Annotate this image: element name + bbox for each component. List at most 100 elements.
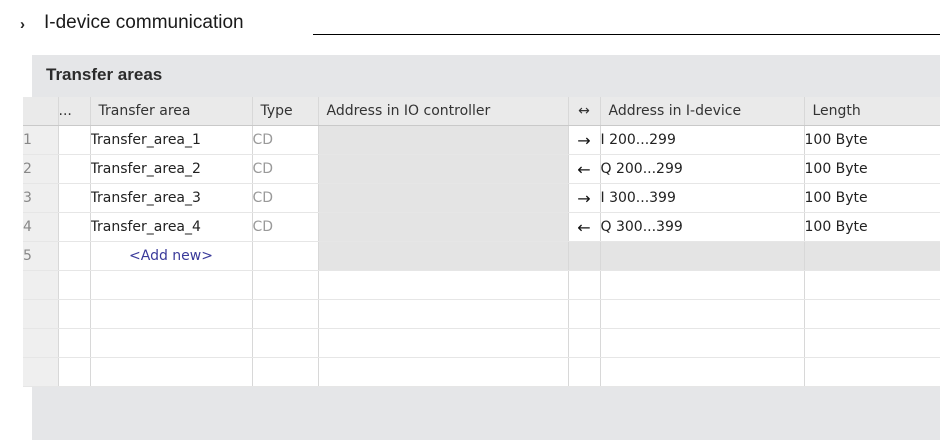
empty-cell (252, 357, 319, 387)
column-header-type[interactable]: Type (252, 97, 319, 126)
section-title: I-device communication (44, 12, 244, 33)
empty-cell (90, 357, 253, 387)
address-io-controller-cell[interactable] (318, 183, 569, 213)
row-number: 2 (23, 154, 59, 184)
empty-cell (90, 328, 253, 358)
empty-cell[interactable] (568, 241, 601, 271)
empty-cell (600, 270, 805, 300)
empty-cell (804, 299, 940, 329)
empty-cell (58, 328, 91, 358)
address-io-controller-cell[interactable] (318, 154, 569, 184)
address-i-device-cell[interactable]: I 300...399 (600, 183, 805, 213)
empty-row (23, 328, 940, 358)
address-io-controller-cell[interactable] (318, 212, 569, 242)
add-new-row[interactable]: 5 <Add new> (23, 241, 940, 271)
section-header-i-device-communication[interactable]: › I-device communication (0, 0, 940, 44)
column-header-length[interactable]: Length (804, 97, 940, 126)
table-row[interactable]: 1 Transfer_area_1 CD → I 200...299 100 B… (23, 125, 940, 155)
transfer-area-name-cell[interactable]: Transfer_area_2 (90, 154, 253, 184)
empty-cell (318, 328, 569, 358)
empty-cell (58, 357, 91, 387)
empty-row (23, 357, 940, 387)
row-number (23, 357, 59, 387)
column-header-transfer-area[interactable]: Transfer area (90, 97, 253, 126)
address-i-device-cell[interactable]: Q 300...399 (600, 212, 805, 242)
row-number: 3 (23, 183, 59, 213)
column-header-address-io-controller-label: Address in IO controller (326, 103, 491, 119)
type-cell[interactable]: CD (252, 183, 319, 213)
add-new-link[interactable]: <Add new> (90, 241, 253, 271)
transfer-areas-table: ... Transfer area Type Address in IO con… (23, 97, 940, 387)
length-cell[interactable]: 100 Byte (804, 154, 940, 184)
empty-cell (600, 299, 805, 329)
arrow-left-icon[interactable]: ← (568, 212, 601, 242)
empty-cell (252, 328, 319, 358)
row-number-header (23, 97, 59, 126)
empty-cell (600, 357, 805, 387)
column-header-dots[interactable]: ... (58, 97, 91, 126)
empty-row (23, 270, 940, 300)
arrow-right-icon[interactable]: → (568, 183, 601, 213)
bidirectional-arrow-icon: ↔ (578, 103, 590, 119)
column-header-length-label: Length (812, 103, 861, 119)
empty-cell (568, 328, 601, 358)
row-dots-cell[interactable] (58, 125, 91, 155)
table-row[interactable]: 4 Transfer_area_4 CD ← Q 300...399 100 B… (23, 212, 940, 242)
row-number (23, 328, 59, 358)
empty-cell (318, 299, 569, 329)
type-cell[interactable]: CD (252, 125, 319, 155)
column-header-address-i-device[interactable]: Address in I-device (600, 97, 805, 126)
transfer-area-name-cell[interactable]: Transfer_area_4 (90, 212, 253, 242)
empty-cell (568, 270, 601, 300)
transfer-area-name-cell[interactable]: Transfer_area_1 (90, 125, 253, 155)
empty-cell (58, 270, 91, 300)
type-cell[interactable]: CD (252, 154, 319, 184)
column-header-address-io-controller[interactable]: Address in IO controller (318, 97, 569, 126)
empty-cell[interactable] (252, 241, 319, 271)
empty-cell[interactable] (318, 241, 569, 271)
empty-cell (318, 357, 569, 387)
arrow-right-icon[interactable]: → (568, 125, 601, 155)
empty-cell (90, 299, 253, 329)
empty-cell (568, 299, 601, 329)
panel-title: Transfer areas (46, 65, 163, 84)
table-row[interactable]: 2 Transfer_area_2 CD ← Q 200...299 100 B… (23, 154, 940, 184)
empty-cell (252, 299, 319, 329)
empty-cell[interactable] (804, 241, 940, 271)
address-io-controller-cell[interactable] (318, 125, 569, 155)
row-number (23, 299, 59, 329)
row-dots-cell[interactable] (58, 241, 91, 271)
empty-cell (90, 270, 253, 300)
type-cell[interactable]: CD (252, 212, 319, 242)
empty-cell (58, 299, 91, 329)
row-dots-cell[interactable] (58, 212, 91, 242)
row-dots-cell[interactable] (58, 154, 91, 184)
table-row[interactable]: 3 Transfer_area_3 CD → I 300...399 100 B… (23, 183, 940, 213)
row-number (23, 270, 59, 300)
transfer-area-name-cell[interactable]: Transfer_area_3 (90, 183, 253, 213)
column-header-type-label: Type (260, 103, 293, 119)
length-cell[interactable]: 100 Byte (804, 125, 940, 155)
empty-cell (804, 328, 940, 358)
empty-row (23, 299, 940, 329)
column-header-address-i-device-label: Address in I-device (608, 103, 742, 119)
chevron-right-icon[interactable]: › (20, 17, 25, 32)
row-number: 5 (23, 241, 59, 271)
row-dots-cell[interactable] (58, 183, 91, 213)
address-i-device-cell[interactable]: Q 200...299 (600, 154, 805, 184)
row-number: 1 (23, 125, 59, 155)
empty-cell (600, 328, 805, 358)
column-header-direction[interactable]: ↔ (568, 97, 601, 126)
address-i-device-cell[interactable]: I 200...299 (600, 125, 805, 155)
table-header-row: ... Transfer area Type Address in IO con… (23, 97, 940, 126)
length-cell[interactable]: 100 Byte (804, 212, 940, 242)
empty-cell[interactable] (600, 241, 805, 271)
row-number: 4 (23, 212, 59, 242)
empty-cell (804, 357, 940, 387)
empty-cell (252, 270, 319, 300)
empty-cell (318, 270, 569, 300)
empty-cell (568, 357, 601, 387)
empty-cell (804, 270, 940, 300)
arrow-left-icon[interactable]: ← (568, 154, 601, 184)
length-cell[interactable]: 100 Byte (804, 183, 940, 213)
